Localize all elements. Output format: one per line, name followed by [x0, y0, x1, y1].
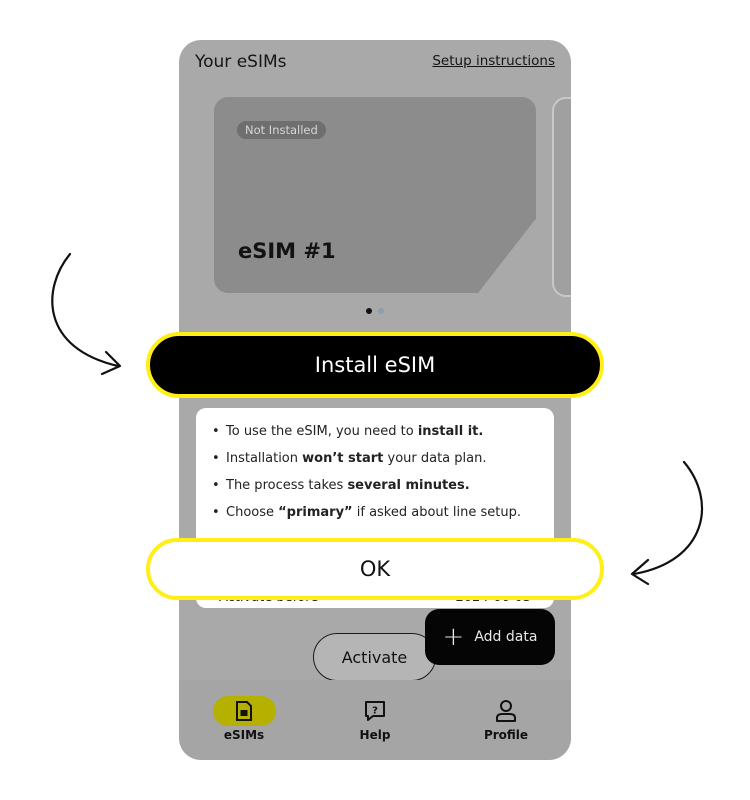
phone-screen: Your eSIMs Setup instructions Not Instal… [179, 40, 571, 760]
nav-item-profile[interactable]: Profile [456, 694, 556, 742]
svg-text:?: ? [372, 706, 378, 717]
carousel-dots [179, 308, 571, 314]
sim-card-icon [236, 701, 252, 721]
install-info-list: To use the eSIM, you need to install it.… [196, 408, 554, 520]
bottom-navigation: eSIMs ? Help Profile [179, 680, 571, 760]
info-item: To use the eSIM, you need to install it. [212, 424, 554, 439]
info-item: The process takes several minutes. [212, 478, 554, 493]
pointer-arrow-left [51, 252, 122, 376]
status-badge: Not Installed [237, 121, 326, 139]
info-item: Installation won’t start your data plan. [212, 451, 554, 466]
nav-label-esims: eSIMs [223, 728, 265, 742]
add-data-label: Add data [474, 629, 538, 645]
activate-button[interactable]: Activate [313, 633, 436, 681]
plus-icon: + [442, 622, 465, 652]
install-esim-button[interactable]: Install eSIM [146, 332, 604, 398]
add-data-button[interactable]: + Add data [425, 609, 555, 665]
esim-card-name: eSIM #1 [238, 239, 336, 263]
esim-card[interactable]: Not Installed eSIM #1 [214, 97, 536, 293]
carousel-dot[interactable] [378, 308, 384, 314]
ok-label: OK [359, 557, 391, 581]
setup-instructions-link[interactable]: Setup instructions [432, 53, 555, 69]
next-esim-card-peek[interactable] [552, 97, 571, 297]
nav-label-help: Help [359, 728, 391, 742]
nav-item-esims[interactable]: eSIMs [194, 694, 294, 742]
page-title: Your eSIMs [195, 52, 287, 72]
person-icon [496, 700, 516, 722]
nav-active-indicator [212, 696, 276, 726]
install-esim-label: Install eSIM [314, 353, 436, 377]
nav-label-profile: Profile [483, 728, 529, 742]
ok-button[interactable]: OK [146, 538, 604, 600]
help-chat-icon: ? [365, 701, 385, 721]
info-item: Choose “primary” if asked about line set… [212, 505, 554, 520]
nav-item-help[interactable]: ? Help [325, 694, 425, 742]
pointer-arrow-right [630, 460, 704, 586]
activate-button-label: Activate [341, 647, 408, 667]
carousel-dot-active[interactable] [366, 308, 372, 314]
